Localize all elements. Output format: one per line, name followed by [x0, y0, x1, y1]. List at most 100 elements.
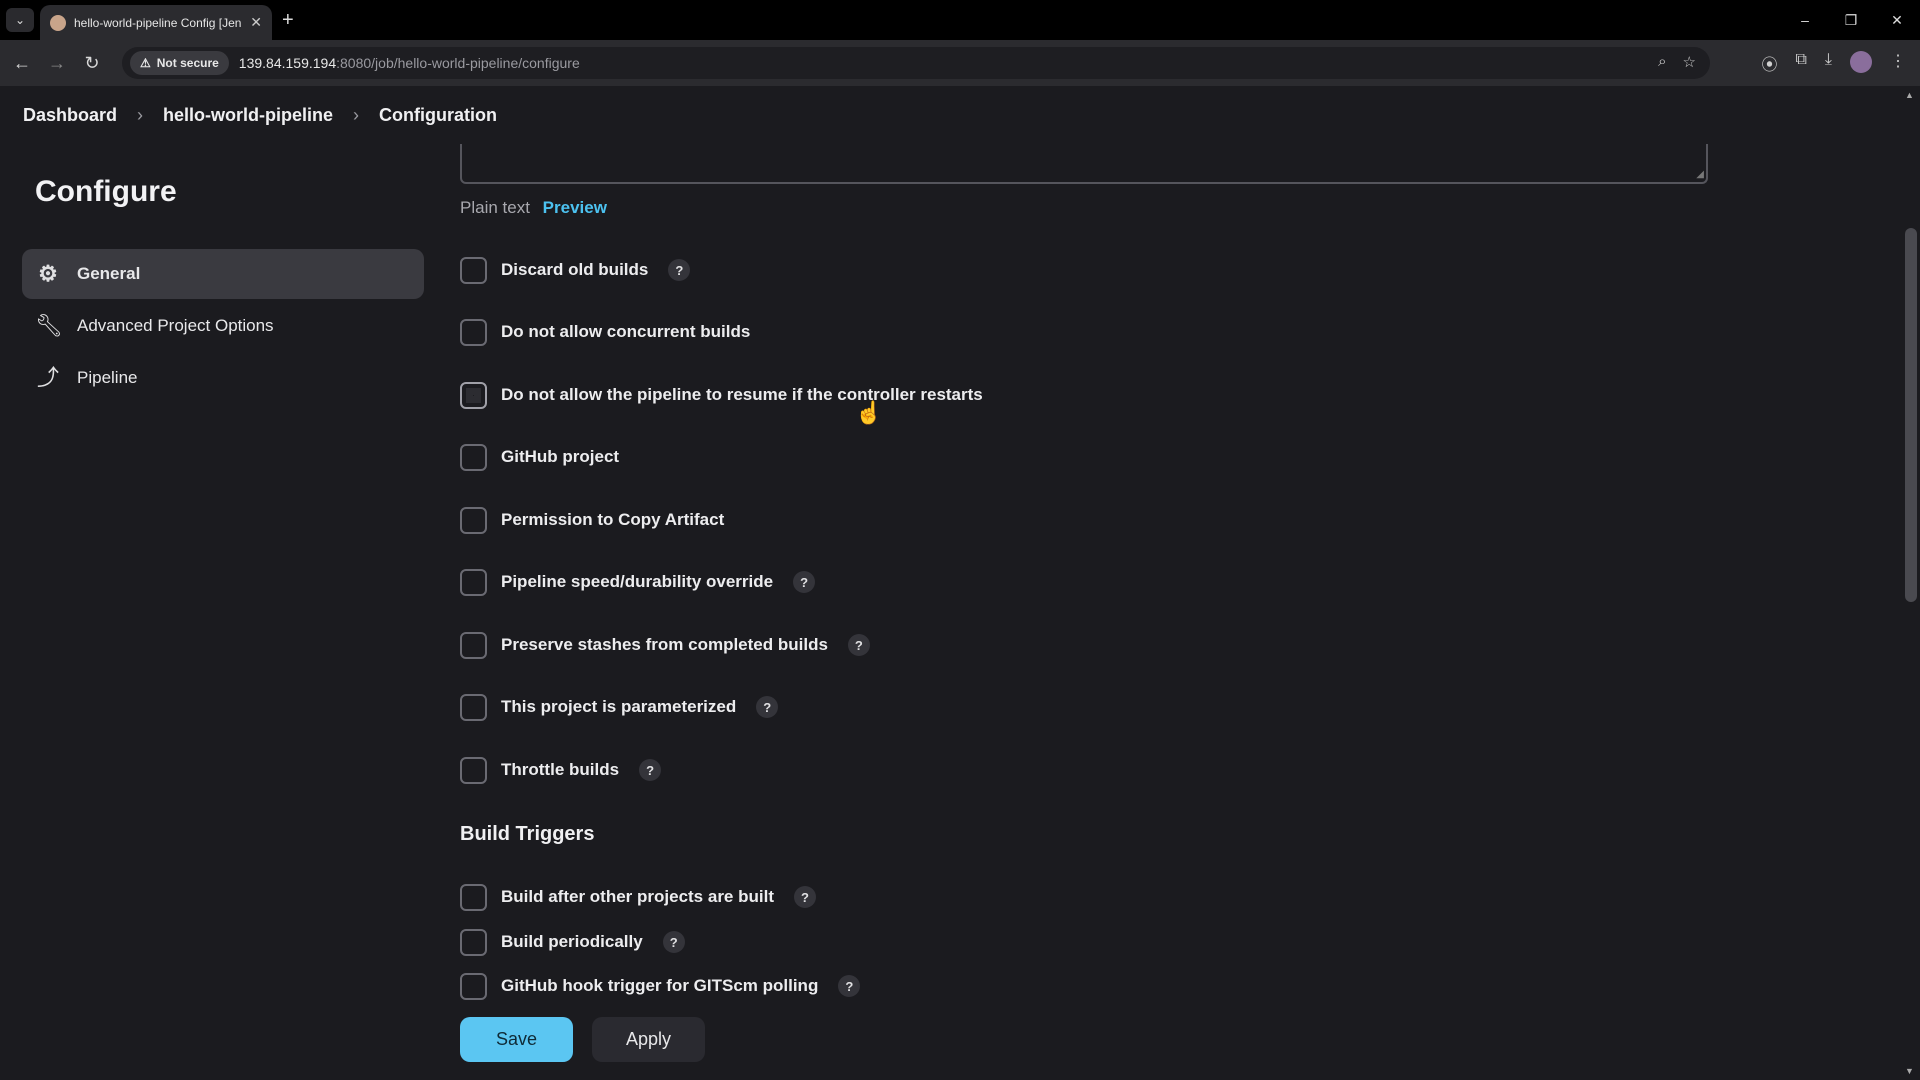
- download-icon[interactable]: ⤓: [1825, 51, 1832, 75]
- checkbox[interactable]: [460, 631, 487, 659]
- extensions-icon[interactable]: ⧉: [1795, 51, 1806, 75]
- save-button[interactable]: Save: [460, 1017, 573, 1062]
- option-github-project: GitHub project: [460, 442, 619, 472]
- jenkins-favicon-icon: [50, 14, 66, 31]
- apply-button[interactable]: Apply: [592, 1017, 705, 1062]
- page-title: Configure: [35, 175, 177, 208]
- address-bar[interactable]: ⚠ Not secure 139.84.159.194:8080/job/hel…: [122, 47, 1710, 79]
- help-icon[interactable]: ?: [847, 634, 870, 656]
- sidebar-item-general[interactable]: ⚙ General: [22, 249, 424, 299]
- checkbox[interactable]: [460, 928, 487, 956]
- chevron-right-icon: ›: [137, 104, 144, 125]
- sidebar-item-label: General: [77, 264, 141, 283]
- option-discard-old-builds: Discard old builds ?: [460, 255, 691, 285]
- tab-title: hello-world-pipeline Config [Jenkins]: [74, 15, 242, 30]
- sidebar-item-pipeline[interactable]: ⤴ Pipeline: [22, 353, 424, 403]
- browser-tab-strip: ⌄ hello-world-pipeline Config [Jenkins] …: [0, 0, 1920, 40]
- new-tab-button[interactable]: +: [282, 8, 294, 32]
- scroll-down-icon[interactable]: ▼: [1905, 1066, 1914, 1076]
- option-label[interactable]: Build periodically: [501, 932, 643, 952]
- option-build-periodically: Build periodically ?: [460, 927, 685, 957]
- help-icon[interactable]: ?: [794, 886, 816, 908]
- help-icon[interactable]: ?: [756, 696, 779, 718]
- zoom-icon[interactable]: ⌕: [1658, 53, 1666, 71]
- checkbox[interactable]: [460, 381, 487, 409]
- option-throttle-builds: Throttle builds ?: [460, 755, 662, 785]
- tab-search-button[interactable]: ⌄: [6, 8, 34, 32]
- restore-icon[interactable]: ❐: [1828, 0, 1874, 40]
- gear-icon: ⚙: [38, 261, 58, 286]
- help-icon[interactable]: ?: [639, 759, 662, 781]
- checkbox[interactable]: [460, 883, 487, 911]
- security-chip[interactable]: ⚠ Not secure: [130, 51, 229, 75]
- security-label: Not secure: [156, 56, 219, 70]
- sidebar-item-label: Advanced Project Options: [77, 316, 274, 335]
- profile-avatar[interactable]: [1850, 51, 1872, 73]
- toolbar-icons: ⦿ ⧉ ⤓ ⋮: [1761, 51, 1906, 75]
- breadcrumb: Dashboard › hello-world-pipeline › Confi…: [0, 86, 1900, 144]
- checkbox[interactable]: [460, 756, 487, 784]
- checkbox[interactable]: [460, 443, 487, 471]
- scroll-up-icon[interactable]: ▲: [1905, 90, 1914, 100]
- option-label[interactable]: Build after other projects are built: [501, 887, 774, 907]
- forward-icon[interactable]: →: [45, 51, 69, 75]
- url-host: 139.84.159.194: [238, 55, 337, 71]
- option-label[interactable]: Do not allow concurrent builds: [501, 322, 750, 342]
- scroll-thumb[interactable]: [1905, 228, 1917, 602]
- back-icon[interactable]: ←: [10, 51, 34, 75]
- checkbox[interactable]: [460, 972, 487, 1000]
- resize-grip-icon[interactable]: ◢: [1696, 169, 1704, 180]
- option-no-resume: Do not allow the pipeline to resume if t…: [460, 380, 983, 410]
- window-controls: – ❐ ✕: [1782, 0, 1920, 40]
- breadcrumb-job[interactable]: hello-world-pipeline: [163, 105, 333, 126]
- minimize-icon[interactable]: –: [1782, 0, 1828, 40]
- option-label[interactable]: Throttle builds: [501, 760, 619, 780]
- close-window-icon[interactable]: ✕: [1874, 0, 1920, 40]
- checkbox[interactable]: [460, 693, 487, 721]
- tab-close-icon[interactable]: ✕: [250, 14, 262, 31]
- configure-sidebar: Configure ⚙ General 🔧︎ Advanced Project …: [22, 175, 424, 405]
- option-label[interactable]: Discard old builds: [501, 260, 648, 280]
- option-copy-artifact: Permission to Copy Artifact: [460, 505, 724, 535]
- pipeline-icon: ⤴: [36, 365, 59, 390]
- reload-icon[interactable]: ↻: [80, 51, 104, 75]
- browser-tab[interactable]: hello-world-pipeline Config [Jenkins] ✕: [40, 5, 272, 40]
- section-heading-build-triggers: Build Triggers: [460, 823, 595, 845]
- wrench-icon: 🔧︎: [35, 313, 63, 338]
- sidebar-item-label: Pipeline: [77, 368, 138, 387]
- checkbox[interactable]: [460, 506, 487, 534]
- sidebar-item-advanced-project-options[interactable]: 🔧︎ Advanced Project Options: [22, 301, 424, 351]
- help-icon[interactable]: ?: [838, 975, 861, 997]
- option-label[interactable]: This project is parameterized: [501, 697, 736, 717]
- option-label[interactable]: Pipeline speed/durability override: [501, 572, 773, 592]
- description-format-row: Plain text Preview: [460, 198, 607, 218]
- help-icon[interactable]: ?: [662, 931, 685, 953]
- cast-icon[interactable]: ⦿: [1761, 51, 1777, 75]
- breadcrumb-configuration: Configuration: [379, 104, 498, 125]
- warning-icon: ⚠: [140, 56, 151, 70]
- option-parameterized: This project is parameterized ?: [460, 692, 779, 722]
- option-label[interactable]: Do not allow the pipeline to resume if t…: [501, 385, 983, 405]
- menu-kebab-icon[interactable]: ⋮: [1890, 51, 1906, 75]
- checkbox[interactable]: [460, 318, 487, 346]
- description-textarea[interactable]: ◢: [460, 144, 1708, 184]
- option-no-concurrent-builds: Do not allow concurrent builds: [460, 317, 750, 347]
- checkbox[interactable]: [460, 256, 487, 284]
- help-icon[interactable]: ?: [668, 259, 691, 281]
- preview-link[interactable]: Preview: [543, 198, 607, 217]
- option-label[interactable]: GitHub hook trigger for GITScm polling: [501, 976, 818, 996]
- option-label[interactable]: Permission to Copy Artifact: [501, 510, 724, 530]
- option-label[interactable]: Preserve stashes from completed builds: [501, 635, 828, 655]
- chevron-right-icon: ›: [353, 104, 360, 125]
- browser-toolbar: ← → ↻ ⚠ Not secure 139.84.159.194:8080/j…: [0, 40, 1920, 86]
- option-build-after-other-projects: Build after other projects are built ?: [460, 882, 816, 912]
- breadcrumb-dashboard[interactable]: Dashboard: [23, 105, 117, 126]
- option-preserve-stashes: Preserve stashes from completed builds ?: [460, 630, 870, 660]
- bookmark-star-icon[interactable]: ☆: [1683, 53, 1696, 71]
- page-scrollbar[interactable]: ▲ ▼: [1900, 86, 1920, 1080]
- checkbox[interactable]: [460, 568, 487, 596]
- option-durability-override: Pipeline speed/durability override ?: [460, 567, 816, 597]
- option-label[interactable]: GitHub project: [501, 447, 619, 467]
- bottom-action-bar: [0, 1016, 1900, 1080]
- help-icon[interactable]: ?: [793, 571, 816, 593]
